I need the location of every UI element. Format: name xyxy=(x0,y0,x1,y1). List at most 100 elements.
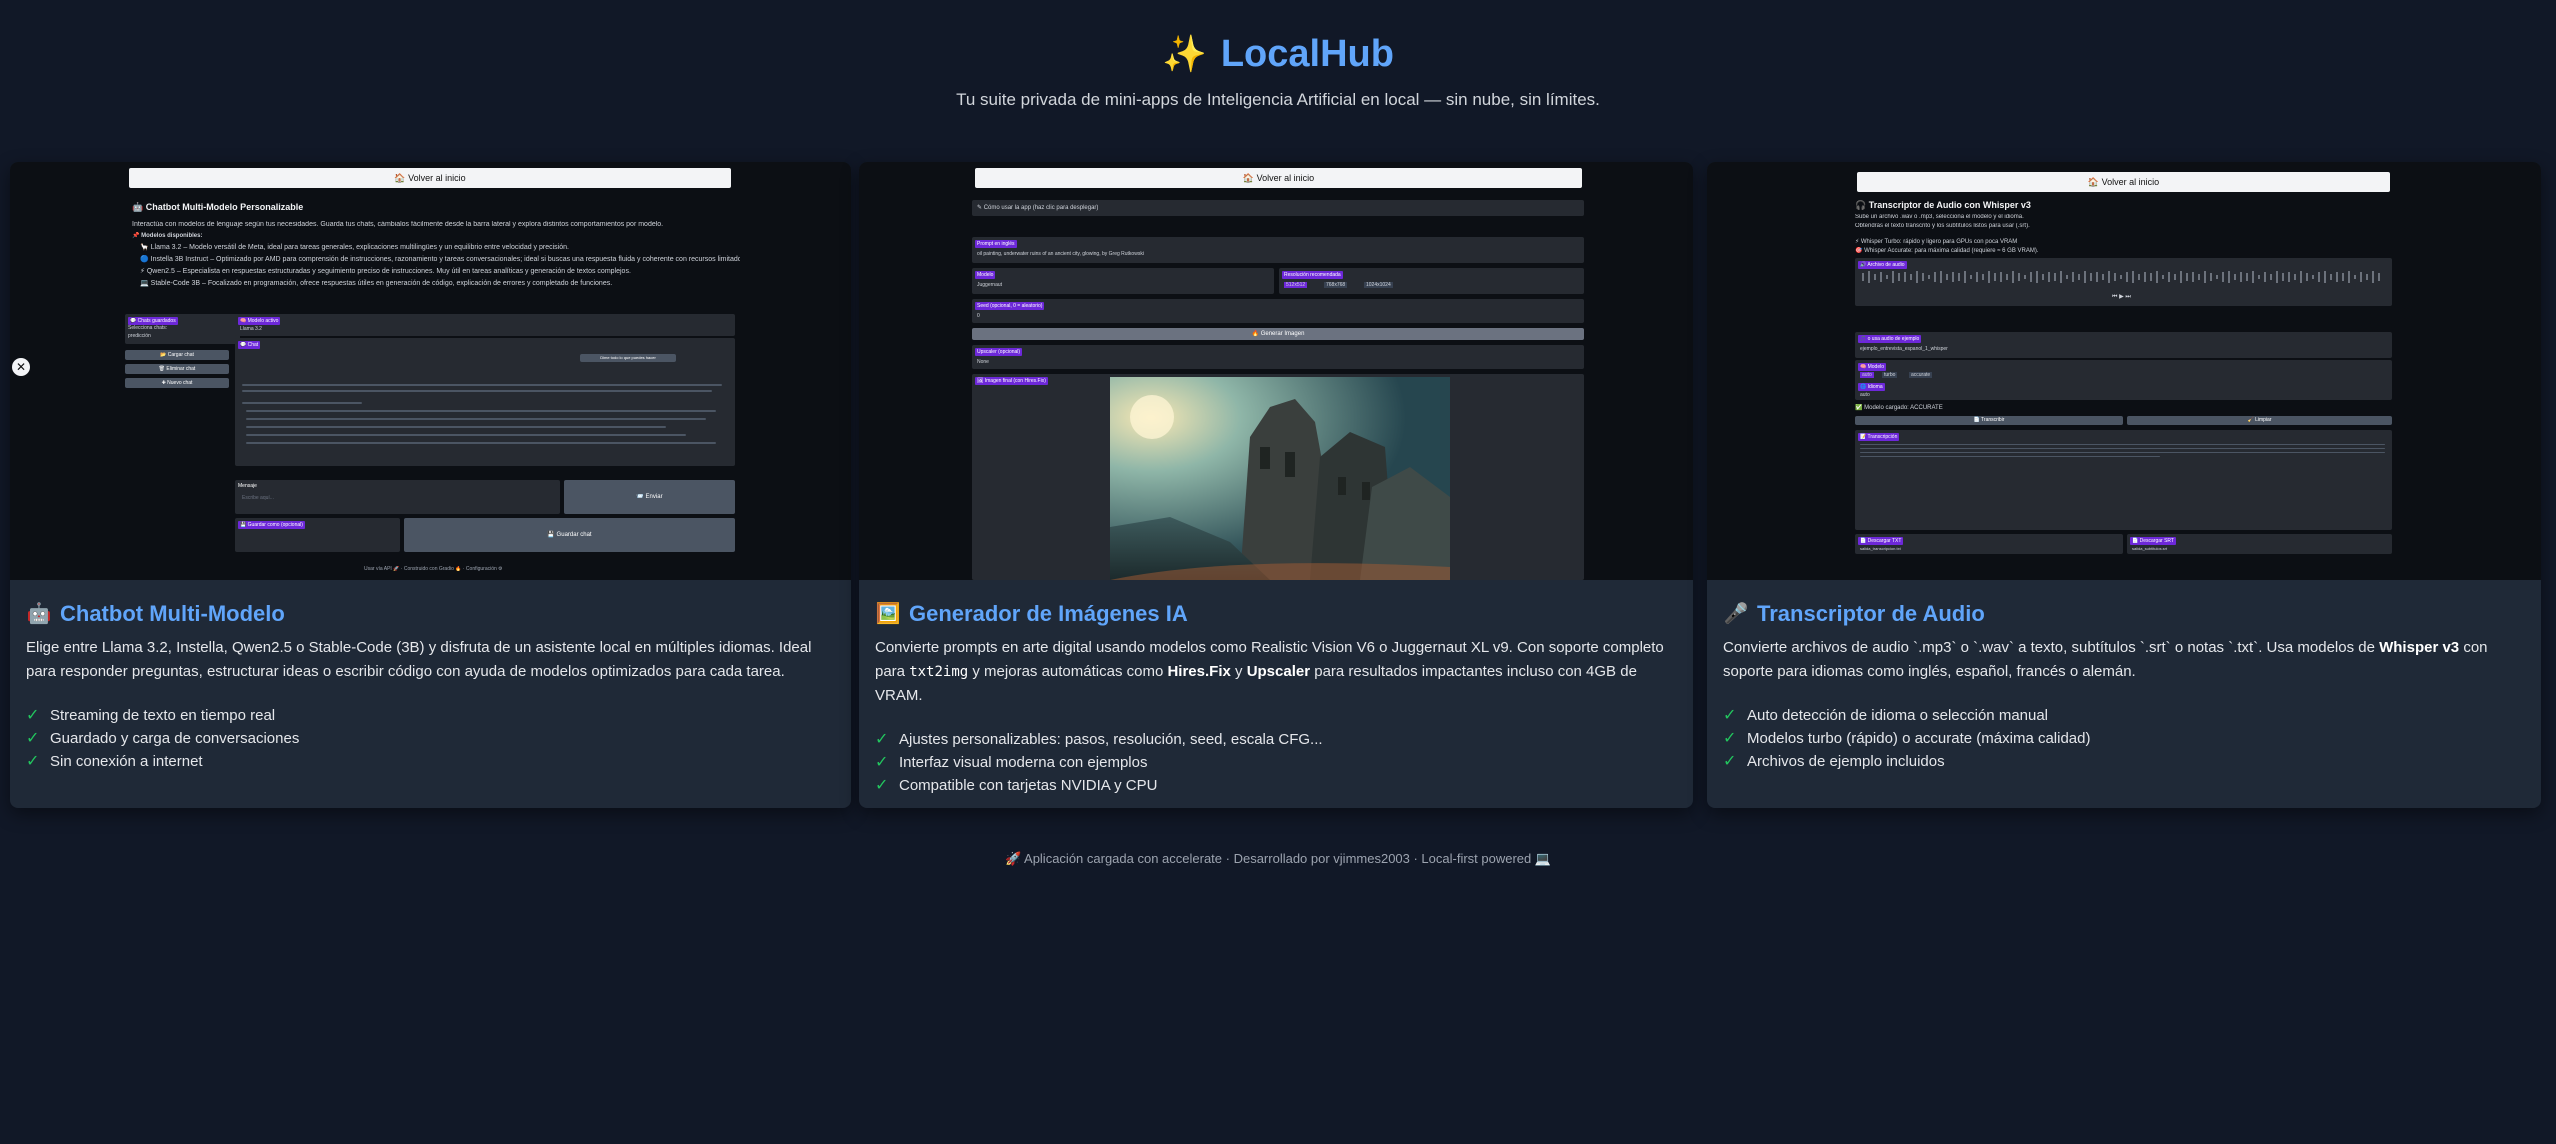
feature-text: Archivos de ejemplo incluidos xyxy=(1747,753,1945,770)
preview-loaded-status: ✅ Modelo cargado: ACCURATE xyxy=(1855,405,1943,411)
preview-seed-box xyxy=(972,299,1584,323)
preview-prompt-value: oil painting, underwater ruins of an anc… xyxy=(977,251,1144,257)
desc-bold: Whisper v3 xyxy=(2379,639,2460,656)
preview-model-item: 💻 Stable-Code 3B – Focalizado en program… xyxy=(140,280,613,287)
sparkles-icon: ✨ xyxy=(1162,33,1207,74)
preview-clear-button: 🧹 Limpiar xyxy=(2127,416,2392,425)
preview-waveform xyxy=(1862,271,2380,283)
preview-lang-value: auto xyxy=(1860,392,1870,398)
preview-prompt-box xyxy=(972,237,1584,263)
feature-item: ✓ Streaming de texto en tiempo real xyxy=(26,704,835,727)
page-footer: 🚀 Aplicación cargada con accelerate · De… xyxy=(1004,851,1552,866)
feature-item: ✓ Guardado y carga de conversaciones xyxy=(26,727,835,750)
preview-audio-label: 🔊 Archivo de audio xyxy=(1858,261,1907,269)
card-title: 🖼️ Generador de Imágenes IA xyxy=(875,600,1677,628)
card-audio-transcriber[interactable]: 🏠 Volver al inicio 🎧 Transcriptor de Aud… xyxy=(1707,162,2541,808)
preview-back-button: 🏠 Volver al inicio xyxy=(129,168,731,188)
preview-intro: Interactúa con modelos de lenguaje según… xyxy=(132,221,664,228)
feature-text: Compatible con tarjetas NVIDIA y CPU xyxy=(899,777,1158,794)
app-subtitle: Tu suite privada de mini-apps de Intelig… xyxy=(956,90,1600,109)
preview-text-line xyxy=(1860,444,2385,445)
check-icon: ✓ xyxy=(875,731,889,748)
preview-model-box xyxy=(235,314,735,336)
card-image-generator[interactable]: 🏠 Volver al inicio ✎ Cómo usar la app (h… xyxy=(859,162,1693,808)
preview-text-line xyxy=(1860,448,2385,449)
feature-item: ✓ Ajustes personalizables: pasos, resoluc… xyxy=(875,728,1677,751)
check-icon: ✓ xyxy=(1723,707,1737,724)
desc-code: txt2img xyxy=(909,664,969,680)
preview-model-option: auto xyxy=(1860,372,1874,378)
preview-play-controls: ⏮ ▶ ⏭ xyxy=(2112,294,2131,300)
preview-model-item: 🔵 Instella 3B Instruct – Optimizado por … xyxy=(140,256,740,263)
preview-image-generator: 🏠 Volver al inicio ✎ Cómo usar la app (h… xyxy=(859,162,1693,580)
preview-txt-label: 📄 Descargar TXT xyxy=(1858,537,1904,545)
preview-examples: ✎ Cómo usar la app (haz clic para desple… xyxy=(977,205,1099,211)
feature-item: ✓ Compatible con tarjetas NVIDIA y CPU xyxy=(875,774,1677,797)
preview-resolution-label: Resolución recomendada xyxy=(1282,271,1343,279)
preview-text-line xyxy=(242,402,362,404)
card-title-text: Transcriptor de Audio xyxy=(1757,601,1985,626)
preview-transcribe-button: 📄 Transcribir xyxy=(1855,416,2123,425)
preview-audio-transcriber: 🏠 Volver al inicio 🎧 Transcriptor de Aud… xyxy=(1707,162,2541,580)
preview-model-a: ⚡ Whisper Turbo: rápido y ligero para GP… xyxy=(1855,239,2018,245)
preview-image-label: 🖼 Imagen final (con Hires.Fix) xyxy=(975,377,1048,385)
preview-text-line xyxy=(246,442,716,444)
preview-text-line xyxy=(246,410,716,412)
feature-item: ✓ Modelos turbo (rápido) o accurate (máxi… xyxy=(1723,727,2525,750)
feature-text: Guardado y carga de conversaciones xyxy=(50,730,300,747)
feature-item: ✓ Sin conexión a internet xyxy=(26,750,835,773)
card-title: 🤖 Chatbot Multi-Modelo xyxy=(26,600,835,628)
preview-text-line xyxy=(246,426,666,428)
preview-generated-image xyxy=(1110,377,1450,580)
feature-text: Modelos turbo (rápido) o accurate (máxim… xyxy=(1747,730,2091,747)
card-description: Convierte archivos de audio `.mp3` o `.w… xyxy=(1723,636,2525,684)
feature-text: Auto detección de idioma o selección man… xyxy=(1747,707,2049,724)
app-title-text: LocalHub xyxy=(1220,33,1394,75)
header: ✨ LocalHub Tu suite privada de mini-apps… xyxy=(0,30,2556,110)
preview-model-option: turbo xyxy=(1882,372,1898,378)
card-title: 🎤 Transcriptor de Audio xyxy=(1723,600,2525,628)
preview-text-line xyxy=(246,434,686,436)
preview-text-line xyxy=(242,384,722,386)
desc-text: Convierte archivos de audio `.mp3` o `.w… xyxy=(1723,639,2375,656)
preview-message-label: Mensaje xyxy=(238,483,257,489)
preview-send-button: 📨 Enviar xyxy=(564,480,735,514)
preview-sidebar-value: predicción xyxy=(128,333,151,339)
preview-chatbot: 🏠 Volver al inicio 🤖 Chatbot Multi-Model… xyxy=(10,162,851,580)
preview-model-value: Juggernaut xyxy=(977,282,1003,288)
check-icon: ✓ xyxy=(26,753,40,770)
desc-bold: Upscaler xyxy=(1246,663,1311,680)
preview-heading: 🎧 Transcriptor de Audio con Whisper v3 xyxy=(1855,200,2031,210)
card-title-text: Chatbot Multi-Modelo xyxy=(60,601,285,626)
card-chatbot-body: 🤖 Chatbot Multi-Modelo Elige entre Llama… xyxy=(10,580,851,773)
preview-example-label: 🎵 o usa audio de ejemplo xyxy=(1858,335,1922,343)
preview-resolution-option: 768x768 xyxy=(1324,282,1348,288)
preview-model-label: 🧠 Modelo activo xyxy=(238,317,281,325)
feature-item: ✓ Interfaz visual moderna con ejemplos xyxy=(875,751,1677,774)
preview-model-b: 🎯 Whisper Accurate: para máxima calidad … xyxy=(1855,248,2039,254)
preview-save-label: 💾 Guardar como (opcional) xyxy=(238,521,305,529)
preview-delete-button: 🗑 Eliminar chat xyxy=(125,364,229,374)
preview-intro: Sube un archivo .wav o .mp3, selecciona … xyxy=(1855,214,2024,220)
preview-model-box xyxy=(972,268,1274,294)
desc-text: y xyxy=(1235,663,1243,680)
preview-model-label: 🧠 Modelo xyxy=(1858,363,1887,371)
close-icon[interactable]: ✕ xyxy=(12,358,30,376)
preview-back-button: 🏠 Volver al inicio xyxy=(1857,172,2390,192)
check-icon: ✓ xyxy=(1723,730,1737,747)
preview-text-line xyxy=(242,390,712,392)
card-chatbot[interactable]: 🏠 Volver al inicio 🤖 Chatbot Multi-Model… xyxy=(10,162,851,808)
card-title-text: Generador de Imágenes IA xyxy=(909,601,1188,626)
preview-model-item: 🦙 Llama 3.2 – Modelo versátil de Meta, i… xyxy=(140,244,569,251)
preview-text-line xyxy=(246,418,706,420)
preview-save-chat-button: 💾 Guardar chat xyxy=(404,518,735,552)
preview-generate-button: 🔥 Generar Imagen xyxy=(972,328,1584,340)
preview-model-value: Llama 3.2 xyxy=(240,326,262,332)
feature-text: Ajustes personalizables: pasos, resoluci… xyxy=(899,731,1323,748)
preview-transcript-label: 📝 Transcripción xyxy=(1858,433,1900,441)
preview-sidebar-sub: Selecciona chats: xyxy=(128,325,168,331)
preview-lang-label: 🌐 Idioma xyxy=(1858,383,1885,391)
feature-list: ✓ Streaming de texto en tiempo real ✓ Guar… xyxy=(26,704,835,773)
card-description: Convierte prompts en arte digital usando… xyxy=(875,636,1677,708)
preview-models-label: 📌 Modelos disponibles: xyxy=(132,233,203,239)
